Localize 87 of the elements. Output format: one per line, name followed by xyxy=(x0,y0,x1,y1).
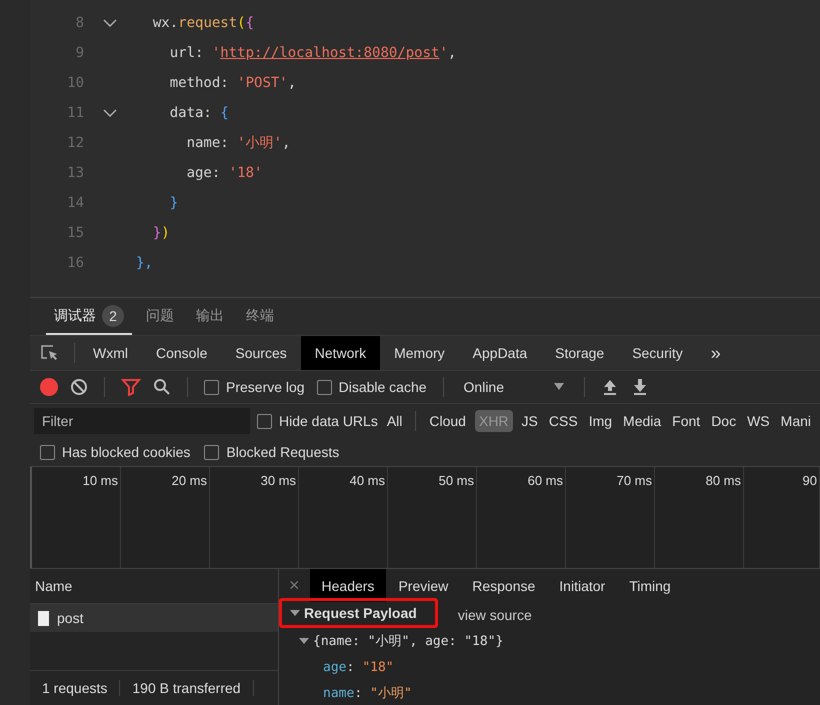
line-number: 12 xyxy=(66,135,84,151)
request-row[interactable]: post xyxy=(30,604,278,632)
document-icon xyxy=(38,610,49,626)
time-tick: 10 ms xyxy=(82,473,118,488)
code-line: age: '18' xyxy=(186,165,262,181)
time-tick: 40 ms xyxy=(350,473,385,488)
detail-tab[interactable]: Preview xyxy=(386,569,460,602)
inspect-icon[interactable] xyxy=(40,344,60,362)
drawer-tab[interactable]: 输出 xyxy=(188,298,232,335)
field-value: "小明" xyxy=(370,685,412,702)
count-badge: 2 xyxy=(102,304,124,326)
line-number: 15 xyxy=(66,225,84,241)
preserve-log-checkbox[interactable]: Preserve log xyxy=(204,379,305,395)
filter-icon[interactable] xyxy=(121,378,141,396)
panel-tab[interactable]: Sources xyxy=(221,336,301,370)
panel-tab[interactable]: Security xyxy=(618,336,697,370)
filter-checkbox[interactable]: Blocked Requests xyxy=(204,444,340,460)
time-tick: 80 ms xyxy=(706,473,741,488)
disable-cache-checkbox[interactable]: Disable cache xyxy=(316,379,427,395)
field-value: "18" xyxy=(362,660,394,674)
code-line: }, xyxy=(136,255,153,271)
type-filter[interactable]: Media xyxy=(621,410,664,432)
code-line: wx.request({ xyxy=(152,15,254,31)
code-line: method: 'POST', xyxy=(168,75,296,91)
download-icon[interactable] xyxy=(631,378,649,396)
upload-icon[interactable] xyxy=(601,378,619,396)
time-tick: 90 xyxy=(802,473,817,488)
panel-tab[interactable]: AppData xyxy=(458,336,542,370)
payload-summary: {name: "小明", age: "18"} xyxy=(313,633,504,650)
panel-tab[interactable]: Wxml xyxy=(79,336,142,370)
drawer-tab[interactable]: 终端 xyxy=(238,298,282,335)
detail-tab[interactable]: Initiator xyxy=(547,569,618,602)
type-filter[interactable]: WS xyxy=(745,410,772,432)
detail-tab[interactable]: Timing xyxy=(617,569,683,602)
hide-data-urls-checkbox[interactable]: Hide data URLs xyxy=(257,413,378,429)
expand-triangle-icon[interactable] xyxy=(299,638,309,644)
detail-tab[interactable]: Headers xyxy=(310,569,386,602)
code-line: }) xyxy=(152,225,170,241)
chevron-icon[interactable] xyxy=(103,109,117,117)
time-tick: 70 ms xyxy=(616,473,652,488)
section-title: Request Payload xyxy=(304,605,417,621)
view-source-link[interactable]: view source xyxy=(458,607,532,623)
line-number: 10 xyxy=(66,75,84,91)
separator: : xyxy=(346,660,354,674)
filter-checkbox[interactable]: Has blocked cookies xyxy=(40,444,190,460)
type-filter[interactable]: Mani xyxy=(778,410,814,432)
line-number: 9 xyxy=(74,45,84,61)
throttle-dropdown[interactable]: Online xyxy=(460,379,568,395)
line-number: 13 xyxy=(66,165,84,181)
field-key: age xyxy=(323,660,346,674)
type-filter[interactable]: Font xyxy=(670,410,702,432)
code-line: name: '小明', xyxy=(186,134,290,152)
status-text: 1 requests xyxy=(30,680,120,696)
time-tick: 30 ms xyxy=(260,473,296,488)
time-tick: 60 ms xyxy=(528,473,563,488)
code-line: data: { xyxy=(168,105,229,121)
status-text: 190 B transferred xyxy=(120,680,254,696)
time-tick: 50 ms xyxy=(438,473,474,488)
panel-tab[interactable]: Storage xyxy=(541,336,618,370)
type-filter[interactable]: Cloud xyxy=(427,410,468,432)
detail-tab[interactable]: Response xyxy=(460,569,548,602)
caret-icon xyxy=(554,383,564,391)
search-icon[interactable] xyxy=(153,378,171,396)
more-tabs-button[interactable]: » xyxy=(696,336,735,370)
panel-tab[interactable]: Network xyxy=(300,336,380,370)
type-filter[interactable]: Img xyxy=(586,410,614,432)
expand-triangle-icon[interactable] xyxy=(290,610,300,616)
type-filter[interactable]: CSS xyxy=(546,410,580,432)
line-number: 11 xyxy=(66,105,84,121)
field-key: name xyxy=(323,686,354,700)
type-filter[interactable]: JS xyxy=(520,410,540,432)
panel-tab[interactable]: Console xyxy=(142,336,222,370)
time-tick: 20 ms xyxy=(172,473,207,488)
type-filter[interactable]: All xyxy=(384,410,404,432)
clear-icon[interactable] xyxy=(70,378,88,396)
line-number: 14 xyxy=(66,195,84,211)
chevron-icon[interactable] xyxy=(103,19,117,27)
panel-tab[interactable]: Memory xyxy=(380,336,459,370)
drawer-tab[interactable]: 问题 xyxy=(138,298,182,335)
code-line: url: 'http://localhost:8080/post', xyxy=(168,45,456,61)
line-number: 8 xyxy=(74,15,84,31)
line-number: 16 xyxy=(66,255,84,271)
code-line: } xyxy=(168,195,178,211)
type-filter[interactable]: Doc xyxy=(709,410,738,432)
record-button[interactable] xyxy=(40,378,58,396)
filter-field[interactable]: Filter xyxy=(34,408,250,434)
separator: : xyxy=(354,686,362,700)
